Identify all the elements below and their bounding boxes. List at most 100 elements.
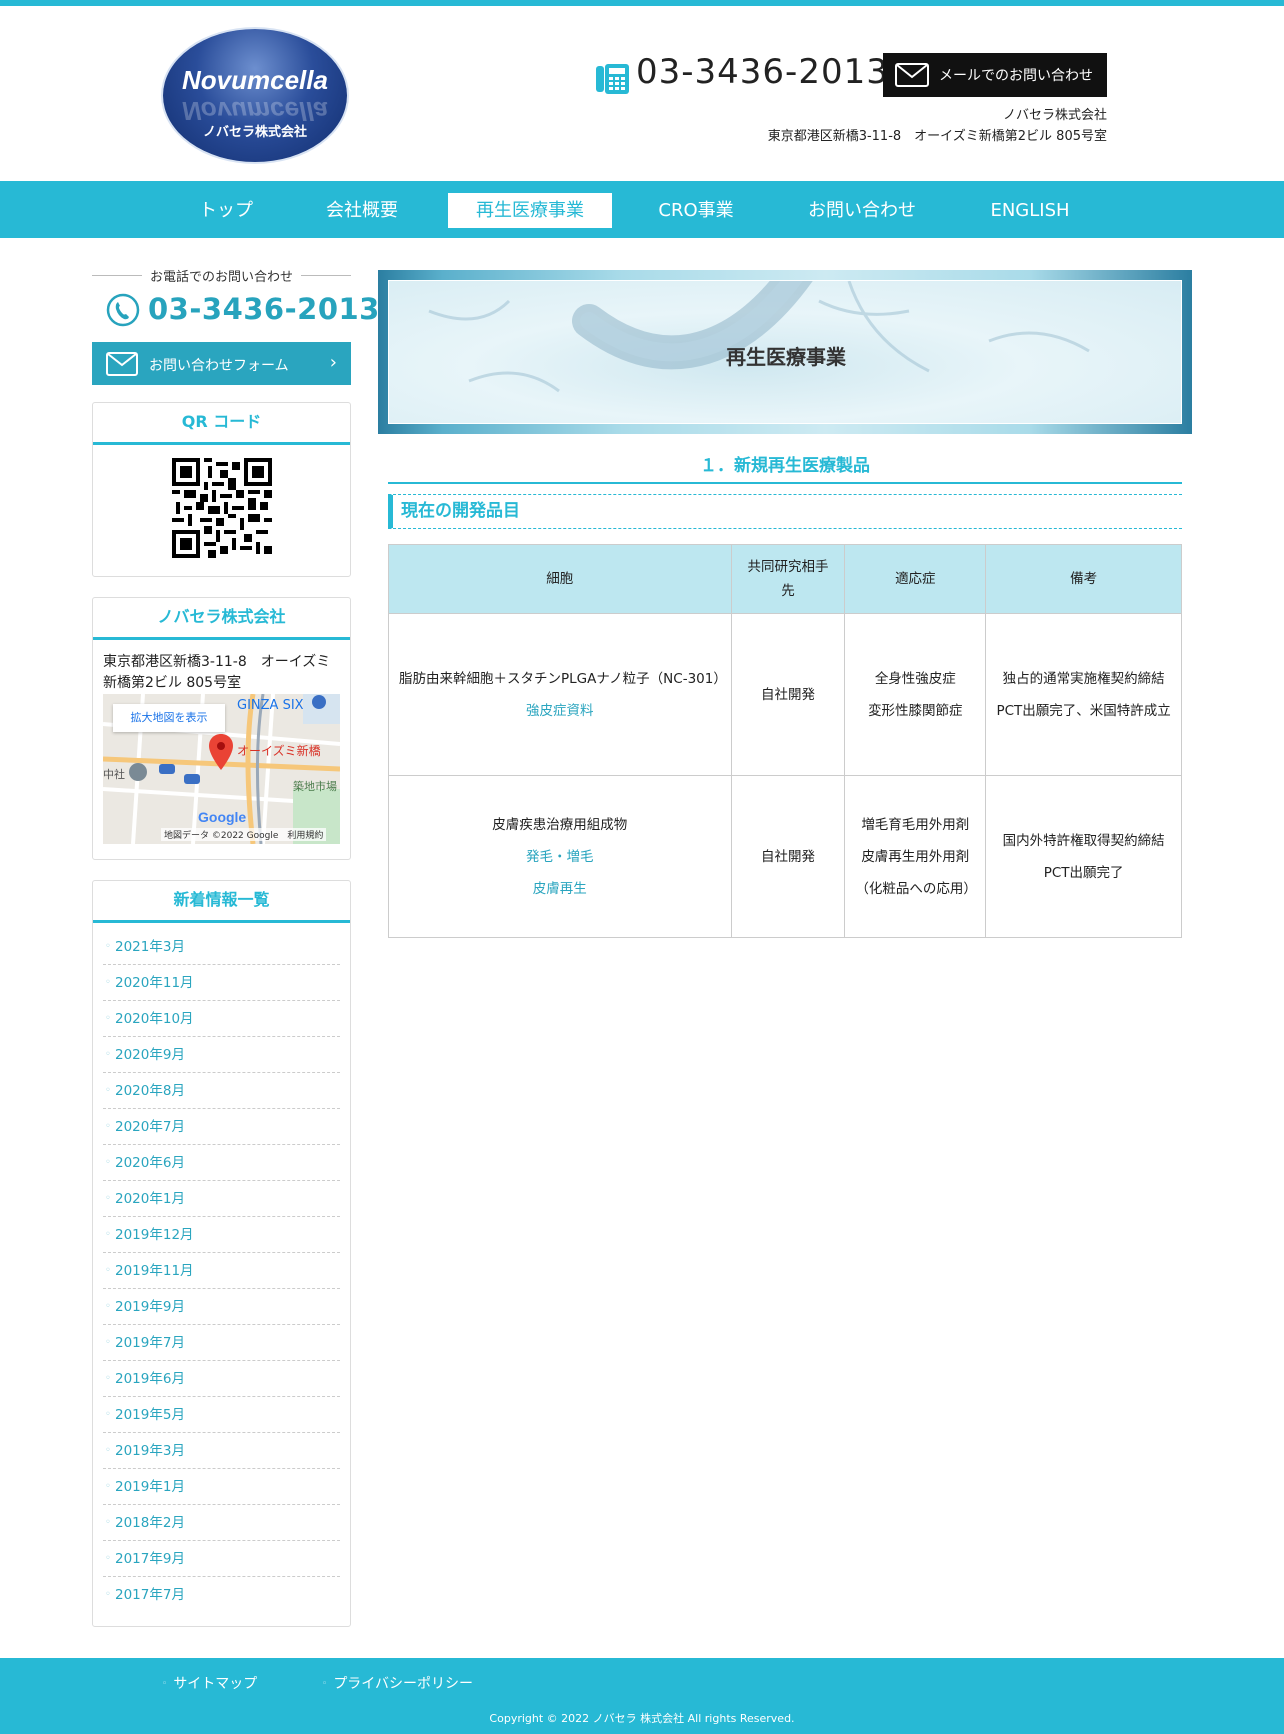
map-attribution[interactable]: 地図データ ©2022 Google 利用規約 (161, 828, 327, 841)
map-label-ginza: GINZA SIX (237, 698, 304, 713)
table-cell-notes: 独占的通常実施権契約締結 PCT出願完了、米国特許成立 (985, 613, 1182, 776)
logo-name: Novumcella (182, 65, 328, 95)
indication-text: （化粧品への応用） (855, 880, 977, 897)
qr-code-image (172, 458, 272, 558)
note-text: 国内外特許権取得契約締結 (1002, 832, 1165, 849)
map-pin-icon (209, 734, 233, 770)
sidebar-contact-label: お電話でのお問い合わせ (141, 270, 301, 285)
news-item[interactable]: ◦ 2019年9月 (103, 1289, 340, 1325)
qr-code-box: QR コード (92, 402, 351, 577)
news-list: ◦ 2021年3月 ◦ 2020年11月 ◦ 2020年10月 ◦ 2020年9月 ◦ 2… (103, 923, 340, 1613)
news-item[interactable]: ◦ 2018年2月 (103, 1505, 340, 1541)
cell-link[interactable]: 強皮症資料 (526, 703, 594, 719)
table-cell-notes: 国内外特許権取得契約締結 PCT出願完了 (985, 775, 1182, 938)
nav-item-cro[interactable]: CRO事業 (640, 193, 752, 228)
google-logo: Google (198, 809, 247, 825)
nav-item-top[interactable]: トップ (178, 193, 274, 228)
news-box: 新着情報一覧 ◦ 2021年3月 ◦ 2020年11月 ◦ 2020年10月 ◦ 202… (92, 880, 351, 1627)
mail-icon (895, 63, 929, 87)
table-cell-indication: 増毛育毛用外用剤 皮膚再生用外用剤 （化粧品への応用） (844, 775, 987, 938)
nav-item-regenerative[interactable]: 再生医療事業 (448, 193, 612, 228)
phone-icon (596, 64, 629, 94)
news-item[interactable]: ◦ 2017年7月 (103, 1577, 340, 1613)
sidebar-phone-number[interactable]: 03-3436-2013 (148, 292, 380, 326)
table-cell-cell: 脂肪由来幹細胞＋スタチンPLGAナノ粒子（NC-301） 強皮症資料 (388, 613, 732, 776)
development-table: 細胞 共同研究相手先 適応症 備考 脂肪由来幹細胞＋スタチンPLGAナノ粒子（N… (388, 544, 1182, 938)
news-item[interactable]: ◦ 2020年7月 (103, 1109, 340, 1145)
copyright-text: Copyright © 2022 ノバセラ 株式会社 All rights Re… (489, 1712, 795, 1725)
news-item[interactable]: ◦ 2021年3月 (103, 929, 340, 965)
section-title: １．新規再生医療製品 (388, 451, 1182, 484)
google-map[interactable]: 拡大地図を表示 GINZA SIX オーイズミ新橋 築地市場 中社 Google… (103, 694, 340, 844)
cell-name: 皮膚疾患治療用組成物 (492, 816, 628, 833)
table-row: 脂肪由来幹細胞＋スタチンPLGAナノ粒子（NC-301） 強皮症資料 自社開発 … (388, 613, 1182, 776)
footer-link-sitemap[interactable]: ◦ サイトマップ (162, 1673, 257, 1693)
header-address: 東京都港区新橋3-11-8 オーイズミ新橋第2ビル 805号室 (767, 129, 1107, 144)
note-text: PCT出願完了、米国特許成立 (996, 702, 1171, 719)
qr-code-title: QR コード (93, 403, 350, 445)
news-item[interactable]: ◦ 2020年1月 (103, 1181, 340, 1217)
company-box-title: ノバセラ株式会社 (93, 598, 350, 640)
table-cell-indication: 全身性強皮症 変形性膝関節症 (844, 613, 987, 776)
news-item[interactable]: ◦ 2020年11月 (103, 965, 340, 1001)
table-header: 適応症 (844, 544, 987, 614)
note-text: PCT出願完了 (1043, 864, 1124, 881)
indication-text: 皮膚再生用外用剤 (861, 848, 970, 865)
news-item[interactable]: ◦ 2019年5月 (103, 1397, 340, 1433)
main-navigation: トップ 会社概要 再生医療事業 CRO事業 お問い合わせ ENGLISH (0, 181, 1284, 238)
top-accent-bar (0, 0, 1284, 6)
site-footer: ◦ サイトマップ ◦ プライバシーポリシー Copyright © 2022 ノバセ… (0, 1658, 1284, 1734)
table-header: 細胞 (388, 544, 732, 614)
table-header: 備考 (985, 544, 1182, 614)
map-label-shrine: 中社 (103, 768, 125, 781)
news-item[interactable]: ◦ 2019年3月 (103, 1433, 340, 1469)
subsection-title: 現在の開発品目 (388, 494, 1182, 529)
nav-item-contact[interactable]: お問い合わせ (792, 193, 932, 228)
table-cell-partner: 自社開発 (730, 775, 846, 938)
envelope-icon (106, 352, 138, 376)
news-item[interactable]: ◦ 2019年1月 (103, 1469, 340, 1505)
hero-banner: 再生医療事業 (378, 270, 1192, 434)
table-header: 共同研究相手先 (730, 544, 846, 614)
hero-title: 再生医療事業 (726, 345, 846, 369)
news-item[interactable]: ◦ 2020年10月 (103, 1001, 340, 1037)
news-item[interactable]: ◦ 2019年12月 (103, 1217, 340, 1253)
contact-form-label: お問い合わせフォーム (149, 358, 289, 374)
news-item[interactable]: ◦ 2020年9月 (103, 1037, 340, 1073)
nav-item-english[interactable]: ENGLISH (974, 193, 1086, 228)
news-item[interactable]: ◦ 2020年8月 (103, 1073, 340, 1109)
cell-name: 脂肪由来幹細胞＋スタチンPLGAナノ粒子（NC-301） (399, 670, 727, 687)
indication-text: 全身性強皮症 (874, 670, 956, 687)
news-item[interactable]: ◦ 2019年11月 (103, 1253, 340, 1289)
table-row: 皮膚疾患治療用組成物 発毛・増毛 皮膚再生 自社開発 増毛育毛用外用剤 皮膚再生… (388, 775, 1182, 938)
logo-subtitle: ノバセラ株式会社 (202, 125, 307, 140)
news-item[interactable]: ◦ 2017年9月 (103, 1541, 340, 1577)
indication-text: 変形性膝関節症 (868, 702, 963, 719)
mail-contact-label: メールでのお問い合わせ (939, 68, 1093, 84)
table-header-row: 細胞 共同研究相手先 適応症 備考 (388, 544, 1182, 614)
contact-form-button[interactable]: お問い合わせフォーム › (92, 342, 351, 385)
indication-text: 増毛育毛用外用剤 (861, 816, 970, 833)
company-info-box: ノバセラ株式会社 東京都港区新橋3-11-8 オーイズミ新橋第2ビル 805号室… (92, 597, 351, 860)
map-label-market: 築地市場 (293, 780, 337, 793)
cell-link[interactable]: 発毛・増毛 (526, 849, 594, 865)
note-text: 独占的通常実施権契約締結 (1002, 670, 1165, 687)
map-label-building: オーイズミ新橋 (237, 744, 321, 758)
sidebar-contact-heading: お電話でのお問い合わせ (92, 266, 351, 286)
phone-handset-icon (106, 293, 140, 327)
header-company-name: ノバセラ株式会社 (1002, 108, 1107, 123)
cell-link[interactable]: 皮膚再生 (533, 881, 587, 897)
news-item[interactable]: ◦ 2020年6月 (103, 1145, 340, 1181)
nav-item-company[interactable]: 会社概要 (310, 193, 414, 228)
news-item[interactable]: ◦ 2019年6月 (103, 1361, 340, 1397)
header-phone-number[interactable]: 03-3436-2013 (636, 52, 889, 92)
company-logo[interactable]: Novumcella Novumcella ノバセラ株式会社 (163, 29, 347, 162)
news-box-title: 新着情報一覧 (93, 881, 350, 923)
map-enlarge-button[interactable]: 拡大地図を表示 (113, 704, 225, 732)
table-cell-cell: 皮膚疾患治療用組成物 発毛・増毛 皮膚再生 (388, 775, 732, 938)
table-cell-partner: 自社開発 (730, 613, 846, 776)
chevron-right-icon: › (329, 352, 337, 373)
news-item[interactable]: ◦ 2019年7月 (103, 1325, 340, 1361)
mail-contact-button[interactable]: メールでのお問い合わせ (883, 53, 1107, 97)
footer-link-privacy[interactable]: ◦ プライバシーポリシー (322, 1673, 473, 1693)
